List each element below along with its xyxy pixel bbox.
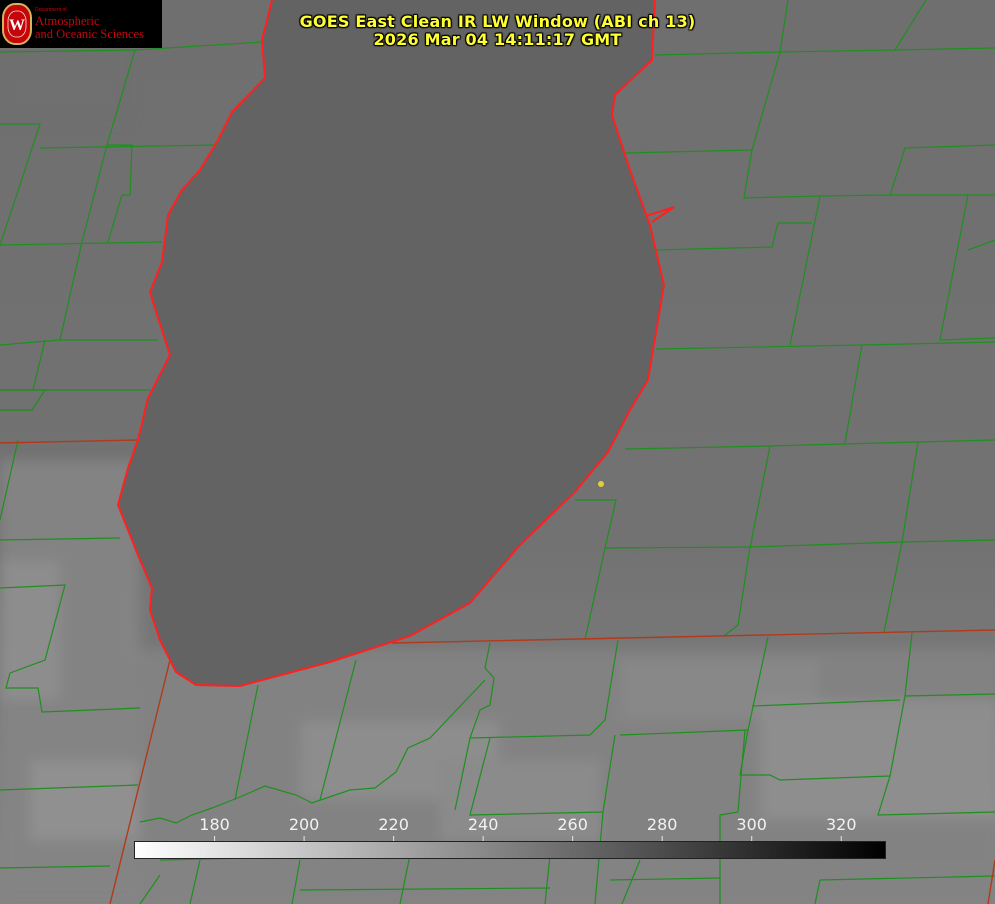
colorbar-tick-label: 320 bbox=[825, 815, 857, 834]
colorbar bbox=[134, 841, 886, 859]
colorbar-tick-label: 200 bbox=[288, 815, 320, 834]
colorbar-tick-label: 280 bbox=[646, 815, 678, 834]
colorbar-tick-label: 300 bbox=[736, 815, 767, 834]
image-title: GOES East Clean IR LW Window (ABI ch 13) bbox=[299, 12, 696, 31]
image-timestamp: 2026 Mar 04 14:11:17 GMT bbox=[373, 30, 622, 49]
colorbar-tick-label: 240 bbox=[467, 815, 499, 834]
satellite-image-viewer: W Department of Atmospheric and Oceanic … bbox=[0, 0, 995, 904]
colorbar-tick-label: 260 bbox=[557, 815, 588, 834]
colorbar-tick-label: 180 bbox=[199, 815, 230, 834]
colorbar-tick-label: 220 bbox=[378, 815, 409, 834]
location-marker bbox=[598, 481, 604, 487]
satellite-map bbox=[0, 0, 995, 904]
